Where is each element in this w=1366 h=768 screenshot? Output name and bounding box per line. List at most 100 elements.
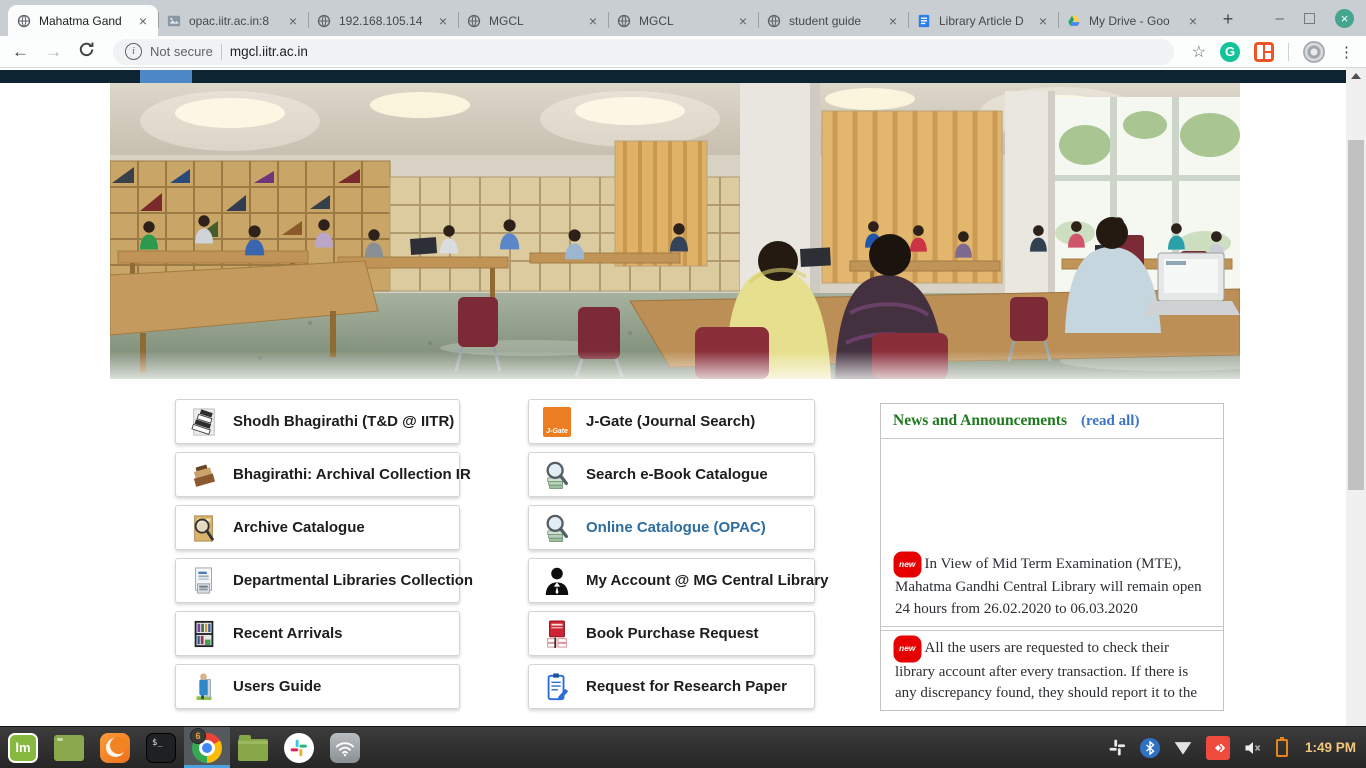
show-desktop-button[interactable] bbox=[46, 727, 92, 768]
minimize-window-icon[interactable]: – bbox=[1276, 11, 1284, 26]
profile-avatar[interactable] bbox=[1303, 41, 1325, 63]
new-badge: new bbox=[895, 637, 920, 661]
tab-close-icon[interactable]: × bbox=[886, 13, 900, 29]
tab-close-icon[interactable]: × bbox=[286, 13, 300, 29]
globe-favicon-icon bbox=[616, 13, 632, 29]
scrollbar-thumb[interactable] bbox=[1348, 140, 1364, 490]
read-all-link[interactable]: (read all) bbox=[1081, 413, 1139, 430]
clock[interactable]: 1:49 PM bbox=[1305, 740, 1356, 755]
address-bar[interactable]: i Not secure mgcl.iitr.ac.in bbox=[113, 39, 1174, 65]
link-my-account[interactable]: My Account @ MG Central Library bbox=[528, 558, 815, 603]
globe-favicon-icon bbox=[16, 13, 32, 29]
tab-close-icon[interactable]: × bbox=[1036, 13, 1050, 29]
archive-search-icon bbox=[188, 511, 220, 545]
browser-tab-strip: Mahatma Gand × opac.iitr.ac.in:8 × 192.1… bbox=[0, 0, 1366, 36]
account-person-icon bbox=[541, 564, 573, 598]
tab-title: opac.iitr.ac.in:8 bbox=[189, 14, 279, 28]
bookshelf-icon bbox=[188, 617, 220, 651]
taskbar: lm $_ 6 1:49 PM bbox=[0, 726, 1366, 768]
anydesk-icon[interactable] bbox=[1206, 736, 1230, 760]
tab-close-icon[interactable]: × bbox=[1186, 13, 1200, 29]
link-label: Users Guide bbox=[233, 678, 321, 695]
firefox-launcher[interactable] bbox=[92, 727, 138, 768]
reload-icon[interactable] bbox=[78, 41, 95, 63]
jgate-icon: J-Gate bbox=[541, 405, 573, 439]
link-departmental-libraries[interactable]: Departmental Libraries Collection bbox=[175, 558, 460, 603]
grammarly-extension-icon[interactable]: G bbox=[1220, 42, 1240, 62]
terminal-launcher[interactable]: $_ bbox=[138, 727, 184, 768]
close-window-icon[interactable]: × bbox=[1335, 9, 1354, 28]
link-search-ebook-catalogue[interactable]: Search e-Book Catalogue bbox=[528, 452, 815, 497]
maximize-window-icon[interactable] bbox=[1304, 13, 1315, 24]
window-controls: – × bbox=[1276, 0, 1366, 36]
back-icon[interactable]: ← bbox=[12, 43, 29, 60]
news-item: newIn View of Mid Term Examination (MTE)… bbox=[881, 439, 1223, 627]
forward-icon[interactable]: → bbox=[45, 43, 62, 60]
tab-ip-address[interactable]: 192.168.105.14 × bbox=[308, 5, 458, 36]
red-book-icon bbox=[541, 617, 573, 651]
link-recent-arrivals[interactable]: Recent Arrivals bbox=[175, 611, 460, 656]
link-request-research-paper[interactable]: Request for Research Paper bbox=[528, 664, 815, 709]
bookmark-star-icon[interactable]: ☆ bbox=[1192, 42, 1206, 62]
mint-menu-button[interactable]: lm bbox=[0, 727, 46, 768]
network-app-launcher[interactable] bbox=[322, 727, 368, 768]
tab-title: Mahatma Gand bbox=[39, 14, 129, 28]
tab-mahatma-gandhi[interactable]: Mahatma Gand × bbox=[8, 5, 158, 36]
link-label: Online Catalogue (OPAC) bbox=[586, 519, 766, 536]
new-badge: new bbox=[895, 553, 920, 577]
tab-opac[interactable]: opac.iitr.ac.in:8 × bbox=[158, 5, 308, 36]
battery-icon[interactable] bbox=[1276, 739, 1288, 757]
clipboard-pencil-icon bbox=[541, 670, 573, 704]
security-label: Not secure bbox=[150, 44, 213, 59]
news-text: All the users are requested to check the… bbox=[895, 640, 1197, 701]
link-label: Recent Arrivals bbox=[233, 625, 343, 642]
link-label: My Account @ MG Central Library bbox=[586, 572, 828, 589]
tab-title: MGCL bbox=[489, 14, 579, 28]
tab-student-guide[interactable]: student guide × bbox=[758, 5, 908, 36]
omnibox-divider bbox=[221, 44, 222, 60]
tab-mgcl-1[interactable]: MGCL × bbox=[458, 5, 608, 36]
link-archive-catalogue[interactable]: Archive Catalogue bbox=[175, 505, 460, 550]
screen: Mahatma Gand × opac.iitr.ac.in:8 × 192.1… bbox=[0, 0, 1366, 768]
news-item: newAll the users are requested to check … bbox=[881, 630, 1223, 708]
scroll-up-icon[interactable] bbox=[1351, 73, 1361, 79]
browser-toolbar: ← → i Not secure mgcl.iitr.ac.in ☆ G ⋮ bbox=[0, 36, 1366, 68]
link-online-catalogue-opac[interactable]: Online Catalogue (OPAC) bbox=[528, 505, 815, 550]
page-scrollbar[interactable] bbox=[1346, 68, 1366, 726]
link-label: Archive Catalogue bbox=[233, 519, 365, 536]
link-label: Search e-Book Catalogue bbox=[586, 466, 768, 483]
bluetooth-icon[interactable] bbox=[1140, 738, 1160, 758]
tab-title: 192.168.105.14 bbox=[339, 14, 429, 28]
link-label: Departmental Libraries Collection bbox=[233, 572, 473, 589]
link-bhagirathi-archival[interactable]: Bhagirathi: Archival Collection IR bbox=[175, 452, 460, 497]
file-manager-launcher[interactable] bbox=[230, 727, 276, 768]
link-label: J-Gate (Journal Search) bbox=[586, 413, 755, 430]
image-favicon-icon bbox=[166, 13, 182, 29]
extension-icon[interactable] bbox=[1254, 42, 1274, 62]
info-icon[interactable]: i bbox=[125, 43, 142, 60]
link-shodh-bhagirathi[interactable]: Shodh Bhagirathi (T&D @ IITR) bbox=[175, 399, 460, 444]
link-users-guide[interactable]: Users Guide bbox=[175, 664, 460, 709]
browser-menu-icon[interactable]: ⋮ bbox=[1339, 43, 1354, 61]
link-book-purchase-request[interactable]: Book Purchase Request bbox=[528, 611, 815, 656]
slack-launcher[interactable] bbox=[276, 727, 322, 768]
network-status-icon[interactable] bbox=[1173, 740, 1193, 756]
tab-my-drive[interactable]: My Drive - Goo × bbox=[1058, 5, 1208, 36]
tab-close-icon[interactable]: × bbox=[586, 13, 600, 29]
link-jgate[interactable]: J-Gate J-Gate (Journal Search) bbox=[528, 399, 815, 444]
link-label: Book Purchase Request bbox=[586, 625, 759, 642]
volume-muted-icon[interactable] bbox=[1243, 739, 1263, 757]
tab-close-icon[interactable]: × bbox=[136, 13, 150, 29]
folder-icon bbox=[238, 739, 268, 761]
google-drive-favicon-icon bbox=[1066, 13, 1082, 29]
firefox-icon bbox=[100, 733, 130, 763]
chrome-launcher[interactable]: 6 bbox=[184, 727, 230, 768]
new-tab-button[interactable]: + bbox=[1214, 5, 1242, 33]
globe-favicon-icon bbox=[766, 13, 782, 29]
tab-close-icon[interactable]: × bbox=[736, 13, 750, 29]
slack-tray-icon[interactable] bbox=[1108, 738, 1127, 757]
tab-close-icon[interactable]: × bbox=[436, 13, 450, 29]
site-navigation-bar[interactable] bbox=[0, 70, 1346, 83]
tab-library-article[interactable]: Library Article D × bbox=[908, 5, 1058, 36]
tab-mgcl-2[interactable]: MGCL × bbox=[608, 5, 758, 36]
